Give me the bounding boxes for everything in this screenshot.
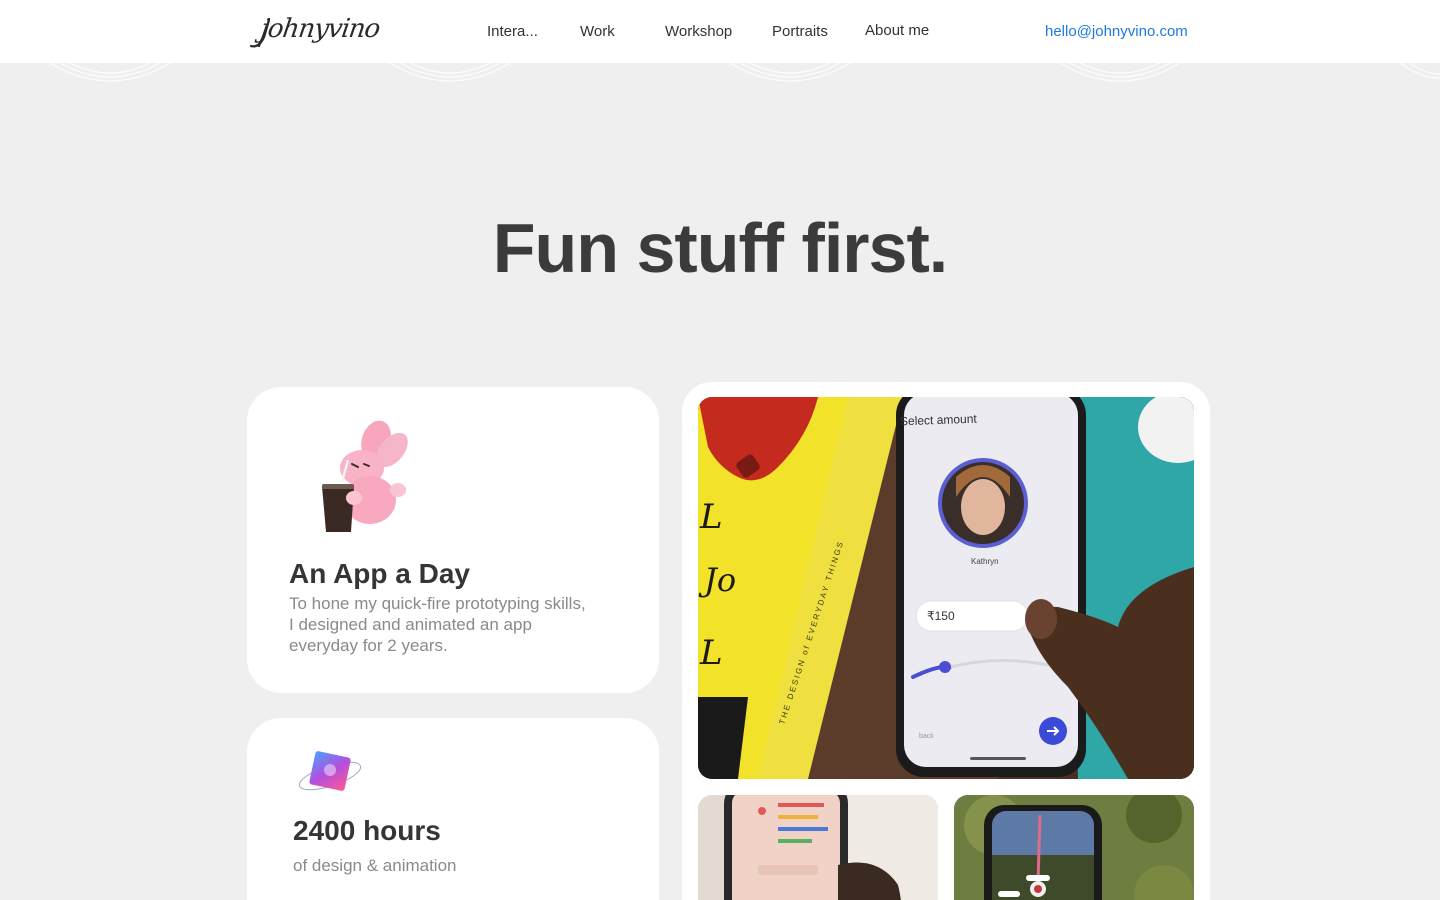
video-amount: ₹150 [927, 609, 955, 623]
video-book-letter-1: L [700, 497, 723, 537]
video-back-label: back [919, 733, 934, 740]
app-a-day-description: To hone my quick-fire prototyping skills… [289, 594, 586, 655]
hours-subtitle: of design & animation [293, 856, 457, 875]
email-link[interactable]: hello@johnyvino.com [1045, 0, 1188, 62]
prototype-thumbnail-1[interactable] [698, 795, 938, 900]
nav-portraits[interactable]: Portraits [772, 0, 828, 63]
logo-text: johnyvino [258, 14, 382, 44]
prototype-thumbnail-2[interactable] [954, 795, 1194, 900]
site-logo[interactable]: johnyvino [247, 12, 381, 52]
prototype-video-scene [698, 397, 1194, 779]
nav-work[interactable]: Work [580, 0, 615, 63]
bunny-drinking-icon [322, 420, 408, 532]
nav-interactive[interactable]: Intera... [487, 0, 538, 63]
nav-about-me[interactable]: About me [865, 0, 929, 62]
site-header: johnyvino Intera... Work Workshop Portra… [0, 0, 1440, 63]
video-book-letter-2: Jo [704, 561, 737, 599]
video-contact-name: Kathryn [971, 557, 999, 566]
cube-icon [298, 751, 362, 791]
video-select-amount-label: Select amount [899, 411, 977, 429]
hours-title: 2400 hours [293, 815, 441, 846]
video-book-letter-3: L [700, 633, 723, 673]
nav-workshop[interactable]: Workshop [665, 0, 732, 63]
decorative-arcs [49, 63, 1440, 82]
thumbnail-2-scene [954, 795, 1194, 900]
page-headline: Fun stuff first. [492, 209, 948, 287]
prototype-video[interactable]: Select amount Kathryn ₹150 back L Jo L T… [698, 397, 1194, 779]
app-a-day-title: An App a Day [289, 558, 470, 589]
thumbnail-1-scene [698, 795, 938, 900]
